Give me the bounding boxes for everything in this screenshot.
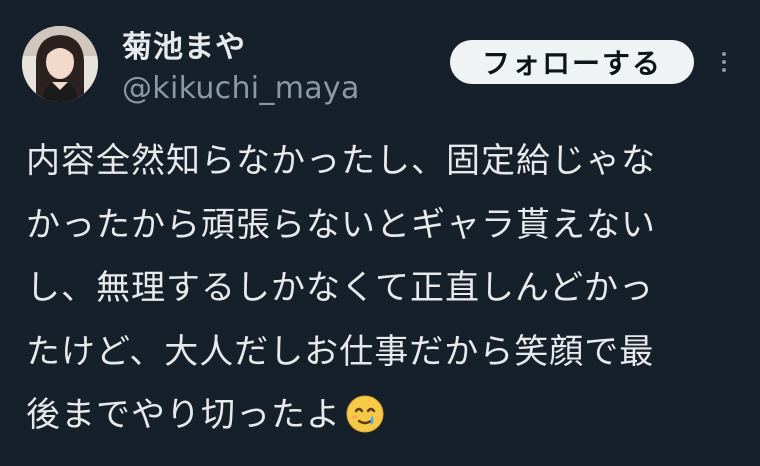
display-name[interactable]: 菊池まや bbox=[122, 22, 246, 66]
tweet-card: 菊池まや @kikuchi_maya フォローする 内容全然知らなかったし、固定… bbox=[0, 0, 760, 466]
tweet-text-line: し、無理するしかなくて正直しんどかっ bbox=[26, 268, 654, 308]
more-dot bbox=[722, 52, 726, 56]
avatar-image bbox=[22, 26, 98, 102]
avatar[interactable] bbox=[22, 26, 98, 102]
tweet-text-line: たけど、大人だしお仕事だから笑顔で最 bbox=[26, 331, 655, 372]
more-dot bbox=[722, 60, 726, 64]
more-dot bbox=[722, 68, 726, 72]
smiling-face-with-tear-icon bbox=[345, 392, 385, 456]
tweet-text-line: 内容全然知らなかったし、固定給じゃな bbox=[26, 141, 656, 181]
tweet-text: 内容全然知らなかったし、固定給じゃな かったから頑張らないとギャラ貰えない し、… bbox=[26, 130, 746, 448]
tweet-text-line: 後までやり切ったよ bbox=[26, 395, 341, 435]
tweet-text-last-line: 後までやり切ったよ bbox=[26, 384, 746, 448]
user-handle[interactable]: @kikuchi_maya bbox=[122, 71, 360, 106]
follow-button[interactable]: フォローする bbox=[450, 40, 694, 84]
more-vertical-icon[interactable] bbox=[712, 44, 736, 80]
tweet-text-line: かったから頑張らないとギャラ貰えない bbox=[26, 204, 656, 245]
